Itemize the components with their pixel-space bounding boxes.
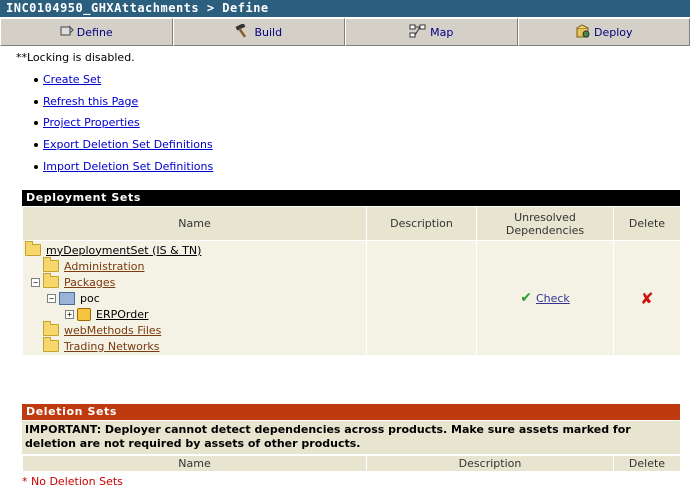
deletion-sets-table: Name Description Delete: [22, 455, 681, 472]
collapse-icon[interactable]: −: [31, 277, 40, 287]
no-deletion-sets-message: * No Deletion Sets: [22, 475, 123, 488]
package-icon: [77, 307, 91, 321]
hammer-icon: [235, 22, 251, 41]
delete-cell: ✘: [613, 240, 681, 356]
folder-open-icon: [25, 241, 41, 256]
tab-deploy-label: Deploy: [593, 25, 633, 39]
refresh-page-link[interactable]: Refresh this Page: [43, 95, 138, 108]
col-delete: Delete: [613, 206, 681, 241]
expand-icon[interactable]: +: [65, 309, 74, 319]
create-set-link[interactable]: Create Set: [43, 73, 101, 86]
deployment-sets-header: Deployment Sets: [22, 190, 680, 206]
map-icon: [409, 24, 427, 41]
list-item: Project Properties: [34, 113, 213, 135]
list-item: Refresh this Page: [34, 92, 213, 114]
description-cell: [366, 240, 477, 356]
list-item: Create Set: [34, 70, 213, 92]
server-icon: [59, 291, 75, 305]
webmethods-files-link[interactable]: webMethods Files: [64, 324, 161, 337]
col-name: Name: [22, 206, 367, 241]
tree-node-packages: − Packages: [25, 273, 365, 290]
tab-bar: Define Build Map Deploy: [0, 18, 690, 46]
trading-networks-link[interactable]: Trading Networks: [64, 340, 160, 353]
tree-node-administration: Administration: [25, 257, 365, 274]
table-row: myDeploymentSet (IS & TN) Administration…: [22, 240, 681, 356]
tab-deploy[interactable]: Deploy: [517, 18, 690, 46]
col-description: Description: [366, 455, 614, 472]
deletion-sets-title: Deletion Sets: [26, 405, 118, 418]
col-name: Name: [22, 455, 367, 472]
export-deletion-sets-link[interactable]: Export Deletion Set Definitions: [43, 138, 213, 151]
list-item: Import Deletion Set Definitions: [34, 157, 213, 179]
deployment-sets-title: Deployment Sets: [26, 191, 141, 204]
erporder-link[interactable]: ERPOrder: [96, 308, 149, 321]
delete-x-icon[interactable]: ✘: [640, 289, 653, 308]
col-unresolved: Unresolved Dependencies: [476, 206, 614, 241]
poc-label: poc: [80, 291, 100, 305]
tree-node-erporder: + ERPOrder: [25, 306, 365, 322]
tree-node-root: myDeploymentSet (IS & TN): [25, 241, 365, 258]
tab-map-label: Map: [430, 25, 454, 39]
folder-icon: [43, 321, 59, 336]
check-link[interactable]: Check: [536, 292, 570, 305]
tree-node-trading-networks: Trading Networks: [25, 337, 365, 354]
define-icon: [60, 25, 74, 40]
project-properties-link[interactable]: Project Properties: [43, 116, 140, 129]
page-title: INC0104950_GHXAttachments > Define: [6, 1, 269, 15]
folder-open-icon: [43, 273, 59, 288]
tab-build-label: Build: [254, 25, 283, 39]
list-item: Export Deletion Set Definitions: [34, 135, 213, 157]
deployment-set-tree: myDeploymentSet (IS & TN) Administration…: [22, 240, 367, 356]
import-deletion-sets-link[interactable]: Import Deletion Set Definitions: [43, 160, 213, 173]
page-title-bar: INC0104950_GHXAttachments > Define: [0, 0, 690, 17]
folder-icon: [43, 257, 59, 272]
tab-map[interactable]: Map: [345, 18, 518, 46]
deletion-important-note: IMPORTANT: Deployer cannot detect depend…: [22, 421, 680, 454]
deploy-icon: [575, 23, 591, 41]
col-delete: Delete: [613, 455, 681, 472]
tree-node-webmethods-files: webMethods Files: [25, 321, 365, 338]
checkmark-icon: ✔: [520, 290, 532, 306]
unresolved-cell: ✔ Check: [476, 240, 614, 356]
col-description: Description: [366, 206, 477, 241]
tab-build[interactable]: Build: [172, 18, 345, 46]
collapse-icon[interactable]: −: [47, 293, 56, 303]
packages-link[interactable]: Packages: [64, 276, 115, 289]
tree-node-poc: − poc: [25, 290, 365, 306]
tab-define[interactable]: Define: [0, 18, 173, 46]
deployment-set-link[interactable]: myDeploymentSet (IS & TN): [46, 244, 201, 257]
tab-define-label: Define: [76, 25, 113, 39]
action-links: Create Set Refresh this Page Project Pro…: [34, 70, 213, 178]
locking-note: **Locking is disabled.: [16, 51, 135, 64]
folder-icon: [43, 337, 59, 352]
administration-link[interactable]: Administration: [64, 260, 145, 273]
deletion-sets-header: Deletion Sets: [22, 404, 680, 420]
deployment-sets-table: Name Description Unresolved Dependencies…: [22, 206, 681, 356]
